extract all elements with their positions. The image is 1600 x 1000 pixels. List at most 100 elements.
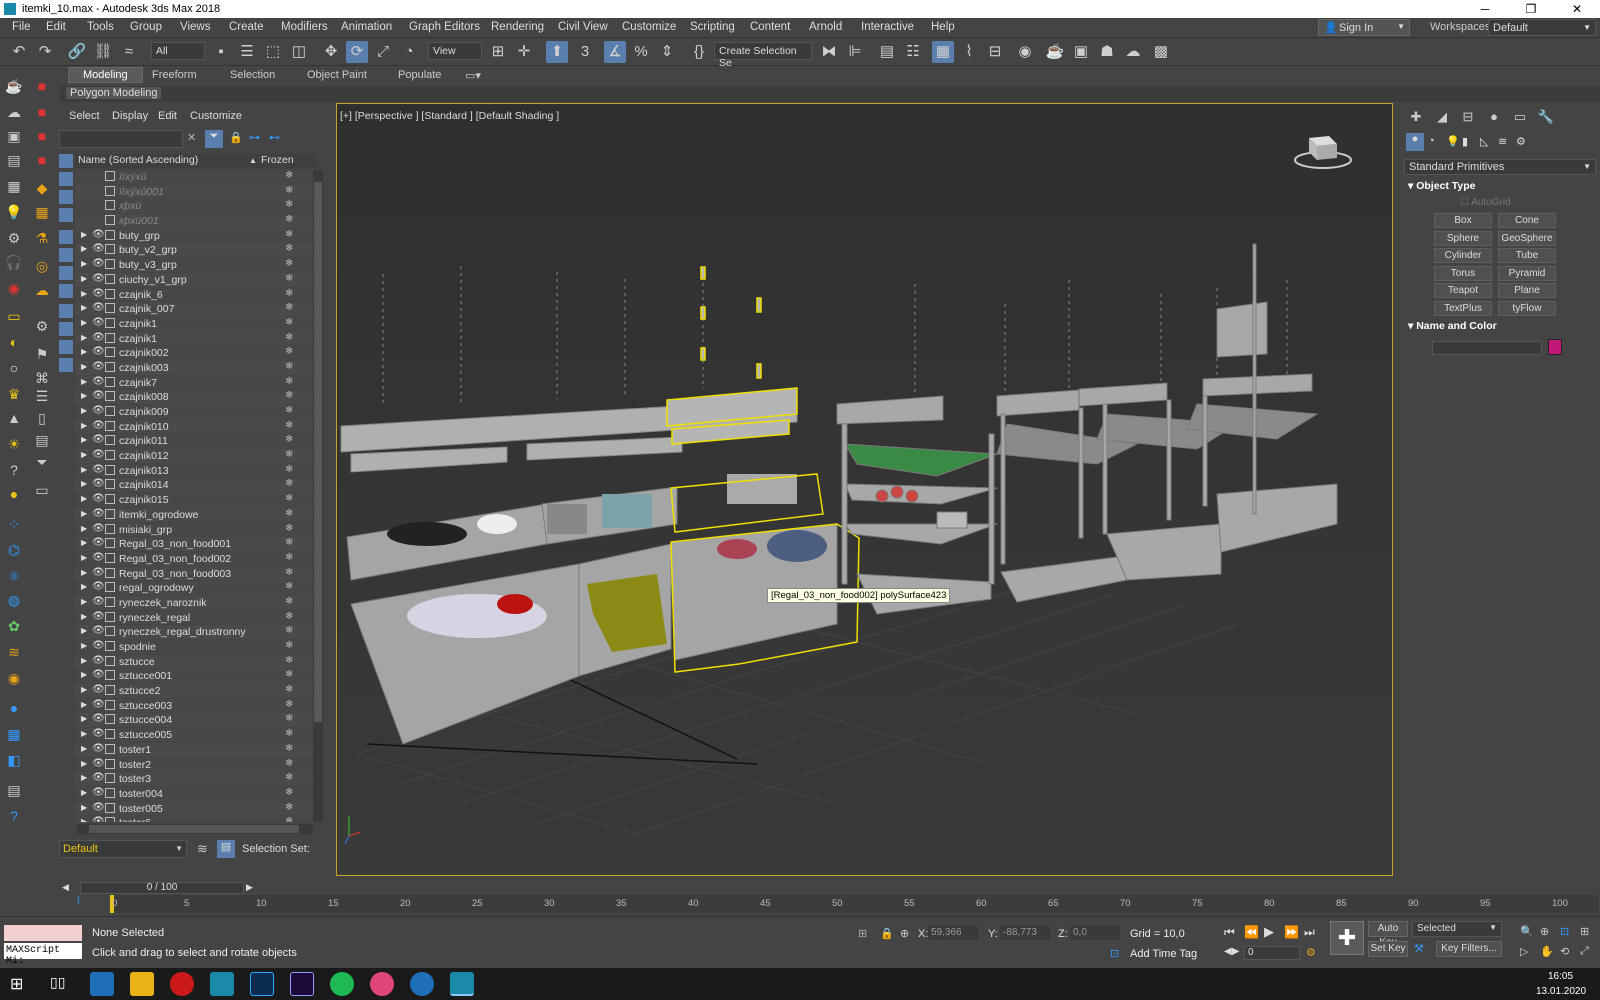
expand-icon[interactable]: ▶ xyxy=(81,230,87,239)
frozen-snowflake-icon[interactable]: ❄ xyxy=(285,317,293,328)
visibility-eye-icon[interactable]: 👁 xyxy=(92,229,105,240)
table-row[interactable]: ▶ 👁 czajnik014 ❄ xyxy=(75,478,313,494)
frozen-snowflake-icon[interactable]: ❄ xyxy=(285,816,293,822)
visibility-eye-icon[interactable]: 👁 xyxy=(92,332,105,343)
frozen-filter-icon[interactable] xyxy=(59,340,73,354)
grid-icon[interactable]: ▦ xyxy=(4,176,24,196)
window-crossing-icon[interactable]: ◫ xyxy=(288,41,310,63)
filter-icon[interactable]: ⏷ xyxy=(205,130,223,148)
primitive-pyramid-button[interactable]: Pyramid xyxy=(1498,265,1556,281)
table-row[interactable]: ▶ 👁 buty_grp ❄ xyxy=(75,228,313,244)
gear-icon[interactable]: ⚙ xyxy=(32,316,52,336)
time-tag-icon[interactable]: ⊡ xyxy=(1110,947,1119,960)
visibility-eye-icon[interactable]: 👁 xyxy=(92,596,105,607)
modify-tab-icon[interactable]: ◢ xyxy=(1432,109,1452,127)
frozen-column-header[interactable]: Frozen xyxy=(261,154,294,166)
windows-start-icon[interactable]: ⊞ xyxy=(10,974,23,994)
expand-icon[interactable]: ▶ xyxy=(81,656,87,665)
camera-filter-icon[interactable] xyxy=(59,208,73,222)
shape-filter-icon[interactable] xyxy=(59,172,73,186)
lights-icon[interactable]: 💡 xyxy=(1446,135,1460,148)
edit-named-selection-icon[interactable]: {} xyxy=(688,41,710,63)
frozen-snowflake-icon[interactable]: ❄ xyxy=(285,332,293,343)
spotify-app-icon[interactable] xyxy=(330,972,354,996)
folder-app-icon[interactable] xyxy=(130,972,154,996)
frozen-snowflake-icon[interactable]: ❄ xyxy=(285,802,293,813)
table-row[interactable]: ▶ 👁 itemki_ogrodowe ❄ xyxy=(75,507,313,523)
rect-selection-icon[interactable]: ⬚ xyxy=(262,41,284,63)
explorer-menu-edit[interactable]: Edit xyxy=(158,110,177,122)
menu-scripting[interactable]: Scripting xyxy=(690,21,735,33)
expand-icon[interactable]: ▶ xyxy=(81,788,87,797)
expand-icon[interactable]: ▶ xyxy=(81,333,87,342)
menu-rendering[interactable]: Rendering xyxy=(491,21,544,33)
frozen-snowflake-icon[interactable]: ❄ xyxy=(285,640,293,651)
expand-icon[interactable]: ▶ xyxy=(81,318,87,327)
table-row[interactable]: ▶ 👁 buty_v3_grp ❄ xyxy=(75,258,313,273)
spinner-snap-icon[interactable]: ⇕ xyxy=(656,41,678,63)
cone-icon[interactable]: ▲ xyxy=(4,408,24,428)
folder-icon[interactable]: ▭ xyxy=(32,480,52,500)
menu-help[interactable]: Help xyxy=(931,21,955,33)
frozen-snowflake-icon[interactable]: ❄ xyxy=(285,302,293,313)
frozen-snowflake-icon[interactable]: ❄ xyxy=(285,787,293,798)
frozen-snowflake-icon[interactable]: ❄ xyxy=(285,376,293,387)
expand-icon[interactable]: ▶ xyxy=(81,259,87,268)
frozen-snowflake-icon[interactable]: ❄ xyxy=(285,185,293,196)
container-filter-icon[interactable] xyxy=(59,322,73,336)
expand-icon[interactable]: ▶ xyxy=(81,759,87,768)
menu-animation[interactable]: Animation xyxy=(341,21,392,33)
frozen-snowflake-icon[interactable]: ❄ xyxy=(285,361,293,372)
geometry-icon[interactable]: ● xyxy=(1406,133,1424,151)
render-rv-icon[interactable]: ■ xyxy=(32,76,52,96)
frozen-snowflake-icon[interactable]: ❄ xyxy=(285,214,293,225)
layers-icon[interactable]: ▦ xyxy=(4,724,24,744)
layers-toggle-icon[interactable]: ≋ xyxy=(197,841,208,857)
table-row[interactable]: ▶ 👁 misiaki_grp ❄ xyxy=(75,522,313,538)
menu-customize[interactable]: Customize xyxy=(622,21,676,33)
slack-app-icon[interactable] xyxy=(370,972,394,996)
visibility-eye-icon[interactable]: 👁 xyxy=(92,449,105,460)
ribbon-options-icon[interactable]: ▭▾ xyxy=(465,69,481,82)
table-row[interactable]: ▶ 👁 ryneczek_regal ❄ xyxy=(75,610,313,626)
material-editor-icon[interactable]: ◉ xyxy=(1014,41,1036,63)
key-filters-button[interactable]: Key Filters... xyxy=(1436,941,1502,957)
edge-app-icon[interactable] xyxy=(410,972,434,996)
circle-icon[interactable]: ○ xyxy=(4,358,24,378)
key-set-dropdown[interactable]: Selected ▼ xyxy=(1412,921,1502,937)
expand-icon[interactable]: ▶ xyxy=(81,347,87,356)
expand-icon[interactable]: ▶ xyxy=(81,524,87,533)
visibility-eye-icon[interactable]: 👁 xyxy=(92,713,105,724)
selection-lock-icon[interactable]: 🔒 xyxy=(880,927,894,940)
goto-start-icon[interactable]: ⏮ xyxy=(1224,925,1235,940)
visibility-eye-icon[interactable]: 👁 xyxy=(92,684,105,695)
visibility-eye-icon[interactable]: 👁 xyxy=(92,493,105,504)
unlink-icon[interactable]: ⛓ xyxy=(92,41,114,63)
opera-app-icon[interactable] xyxy=(170,972,194,996)
angle-snap-icon[interactable]: ∡ xyxy=(604,41,626,63)
visibility-eye-icon[interactable]: 👁 xyxy=(92,581,105,592)
hierarchy-tab-icon[interactable]: ⊟ xyxy=(1458,109,1478,127)
keyboard-shortcut-override-icon[interactable]: ⬆ xyxy=(546,41,568,63)
sun-icon[interactable]: ☀ xyxy=(4,434,24,454)
workspace-dropdown[interactable]: Default ▼ xyxy=(1488,19,1596,36)
zoom-extents-all-icon[interactable]: ⊞ xyxy=(1580,925,1589,938)
funnel-icon[interactable]: ⏷ xyxy=(32,452,52,472)
render-settings-icon[interactable]: ■ xyxy=(32,150,52,170)
schematic-view-icon[interactable]: ⊟ xyxy=(984,41,1006,63)
question-icon[interactable]: ? xyxy=(4,806,24,826)
frozen-snowflake-icon[interactable]: ❄ xyxy=(285,611,293,622)
sphere-icon[interactable]: ◐ xyxy=(4,332,24,352)
xref-filter-icon[interactable] xyxy=(59,284,73,298)
disc-icon[interactable]: ◎ xyxy=(32,256,52,276)
frozen-snowflake-icon[interactable]: ❄ xyxy=(285,478,293,489)
visibility-eye-icon[interactable]: 👁 xyxy=(92,567,105,578)
explorer-vertical-scrollbar[interactable] xyxy=(313,170,323,822)
motion-tab-icon[interactable]: ● xyxy=(1484,109,1504,127)
camera-icon[interactable]: ◉ xyxy=(4,278,24,298)
name-column-header[interactable]: Name (Sorted Ascending) xyxy=(78,154,198,166)
expand-icon[interactable]: ▶ xyxy=(81,553,87,562)
render-gallery-icon[interactable]: ▩ xyxy=(1150,41,1172,63)
frozen-snowflake-icon[interactable]: ❄ xyxy=(285,743,293,754)
visibility-eye-icon[interactable]: 👁 xyxy=(92,464,105,475)
